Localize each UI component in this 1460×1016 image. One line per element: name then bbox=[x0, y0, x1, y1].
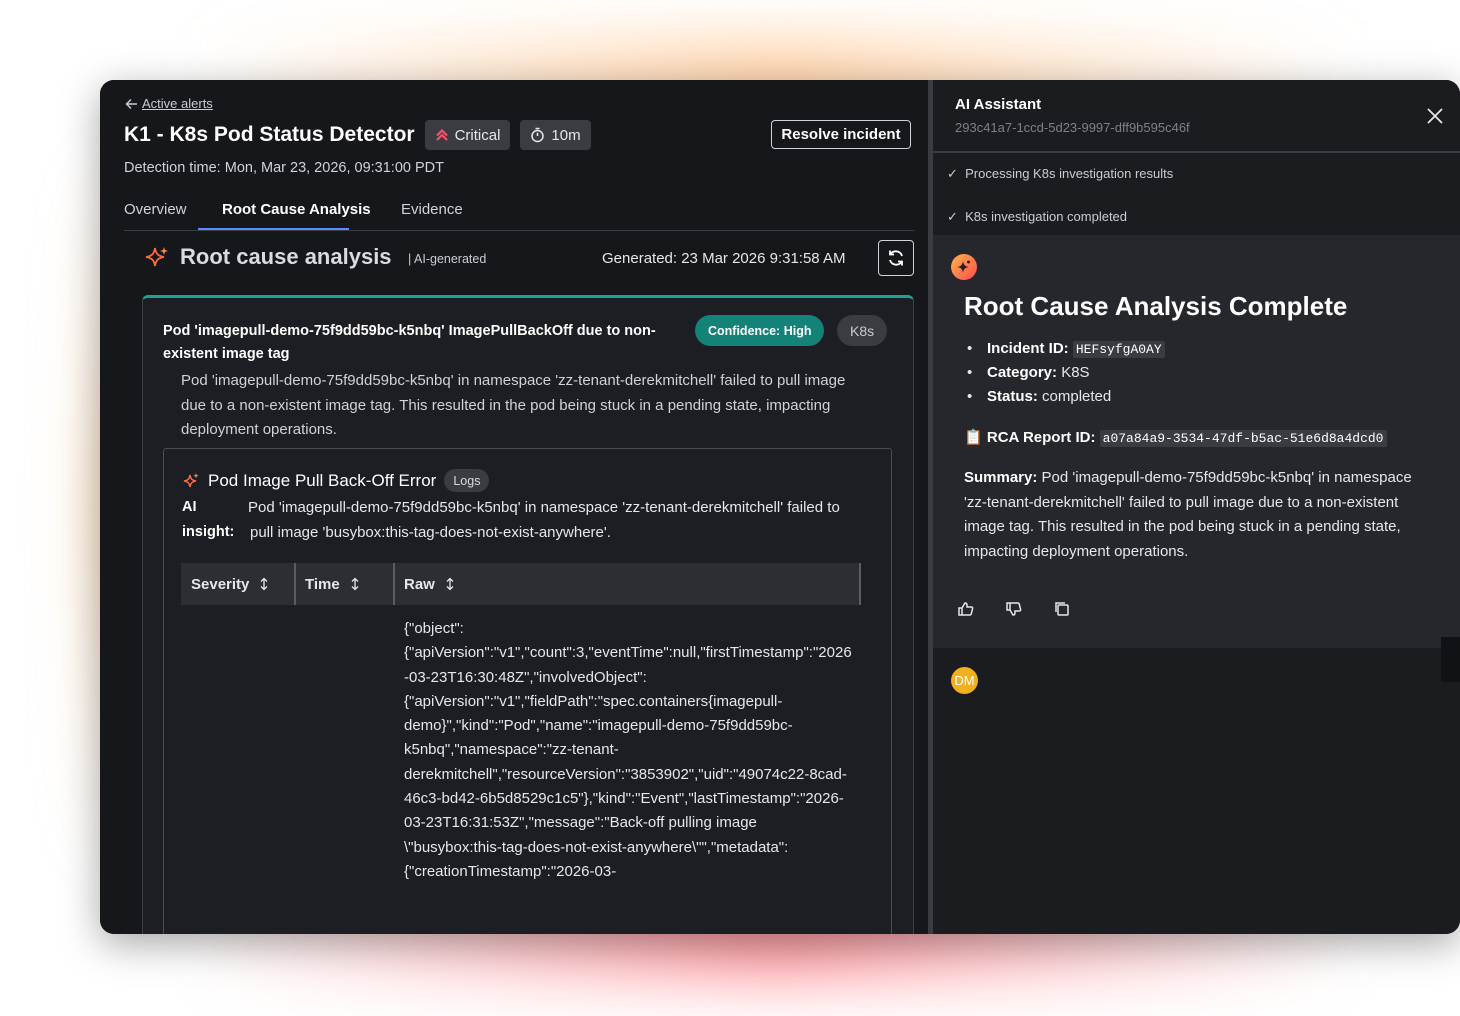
finding-description: Pod 'imagepull-demo-75f9dd59bc-k5nbq' in… bbox=[181, 372, 846, 438]
sparkle-avatar-icon bbox=[957, 260, 970, 273]
tab-evidence[interactable]: Evidence bbox=[401, 201, 463, 218]
sparkle-icon bbox=[145, 247, 168, 267]
rca-report-id: 📋 RCA Report ID: a07a84a9-3534-47df-b5ac… bbox=[964, 428, 1387, 447]
severity-badge: Critical bbox=[424, 120, 511, 150]
column-header-raw[interactable]: Raw bbox=[404, 563, 455, 605]
summary-text: Summary: Pod 'imagepull-demo-75f9dd59bc-… bbox=[964, 469, 1412, 560]
sort-icon bbox=[446, 577, 454, 591]
rca-title: Root cause analysis bbox=[180, 244, 392, 269]
close-icon bbox=[1427, 108, 1443, 124]
evidence-card: Pod Image Pull Back-Off Error Logs AI in… bbox=[163, 448, 892, 934]
duration-badge: 10m bbox=[520, 120, 591, 150]
ai-insight-label: AI insight: bbox=[182, 499, 235, 540]
generated-timestamp: Generated: 23 Mar 2026 9:31:58 AM bbox=[602, 250, 846, 267]
incident-id-item: Incident ID: HEFsyfgA0AY bbox=[967, 340, 1165, 358]
finding-title: Pod 'imagepull-demo-75f9dd59bc-k5nbq' Im… bbox=[163, 323, 656, 362]
tab-bar: Overview Root Cause Analysis Evidence bbox=[124, 198, 914, 231]
progress-step: ✓ K8s investigation completed bbox=[947, 209, 1128, 224]
tab-root-cause-analysis[interactable]: Root Cause Analysis bbox=[222, 201, 371, 218]
incident-id: HEFsyfgA0AY bbox=[1072, 341, 1165, 358]
ai-insight-text: Pod 'imagepull-demo-75f9dd59bc-k5nbq' in… bbox=[248, 499, 840, 541]
category-item: Category: K8S bbox=[967, 364, 1089, 381]
close-button[interactable] bbox=[1425, 106, 1445, 131]
critical-chevron-icon bbox=[435, 128, 448, 141]
sparkle-small-icon bbox=[183, 472, 199, 487]
resolve-incident-button[interactable]: Resolve incident bbox=[771, 120, 911, 149]
sort-icon bbox=[351, 577, 359, 591]
status-item: Status: completed bbox=[967, 388, 1111, 405]
back-link-label: Active alerts bbox=[142, 96, 213, 111]
refresh-button[interactable] bbox=[878, 240, 914, 276]
incident-panel: Active alerts K1 - K8s Pod Status Detect… bbox=[100, 80, 928, 934]
user-avatar: DM bbox=[951, 667, 978, 694]
finding-card: Pod 'imagepull-demo-75f9dd59bc-k5nbq' Im… bbox=[142, 295, 914, 934]
table-header: Severity Time Raw bbox=[181, 563, 861, 605]
page-title: K1 - K8s Pod Status Detector bbox=[124, 123, 415, 146]
session-id: 293c41a7-1ccd-5d23-9997-dff9b595c46f bbox=[955, 120, 1190, 135]
panel-edge-handle[interactable] bbox=[1441, 637, 1460, 682]
table-cell-raw: {"object": {"apiVersion":"v1","count":3,… bbox=[404, 620, 852, 880]
copy-icon[interactable] bbox=[1053, 600, 1071, 618]
ai-assistant-panel: AI Assistant 293c41a7-1ccd-5d23-9997-dff… bbox=[933, 80, 1460, 934]
ai-generated-label: | AI-generated bbox=[408, 252, 487, 266]
progress-step: ✓ Processing K8s investigation results bbox=[947, 166, 1174, 181]
logs-badge: Logs bbox=[444, 469, 490, 492]
duration-label: 10m bbox=[551, 126, 581, 144]
k8s-tag: K8s bbox=[837, 315, 888, 346]
tab-overview[interactable]: Overview bbox=[124, 201, 187, 218]
incident-window: Active alerts K1 - K8s Pod Status Detect… bbox=[100, 80, 1460, 934]
message-title: Root Cause Analysis Complete bbox=[964, 291, 1348, 321]
severity-label: Critical bbox=[454, 126, 501, 144]
ai-avatar bbox=[951, 254, 977, 280]
check-icon: ✓ bbox=[947, 209, 958, 224]
assistant-title: AI Assistant bbox=[955, 96, 1042, 113]
sort-icon bbox=[260, 577, 268, 591]
detection-time: Detection time: Mon, Mar 23, 2026, 09:31… bbox=[124, 160, 444, 176]
thumbs-up-icon[interactable] bbox=[957, 600, 975, 618]
assistant-message: Root Cause Analysis Complete Incident ID… bbox=[933, 235, 1460, 682]
clipboard-icon: 📋 bbox=[964, 429, 983, 446]
evidence-title: Pod Image Pull Back-Off Error bbox=[208, 470, 437, 490]
column-header-severity[interactable]: Severity bbox=[191, 563, 269, 605]
logs-table: Severity Time Raw {"object": {"apiVersio… bbox=[181, 563, 861, 880]
refresh-icon bbox=[889, 250, 903, 266]
message-actions bbox=[957, 600, 1071, 618]
back-link[interactable]: Active alerts bbox=[125, 96, 213, 111]
confidence-badge: Confidence: High bbox=[695, 315, 825, 346]
column-header-time[interactable]: Time bbox=[305, 563, 360, 605]
stopwatch-icon bbox=[531, 127, 545, 143]
active-tab-indicator bbox=[198, 228, 349, 230]
arrow-left-icon bbox=[125, 98, 137, 109]
thumbs-down-icon[interactable] bbox=[1005, 600, 1023, 618]
check-icon: ✓ bbox=[947, 166, 958, 181]
rca-header: Root cause analysis | AI-generated Gener… bbox=[144, 240, 914, 280]
